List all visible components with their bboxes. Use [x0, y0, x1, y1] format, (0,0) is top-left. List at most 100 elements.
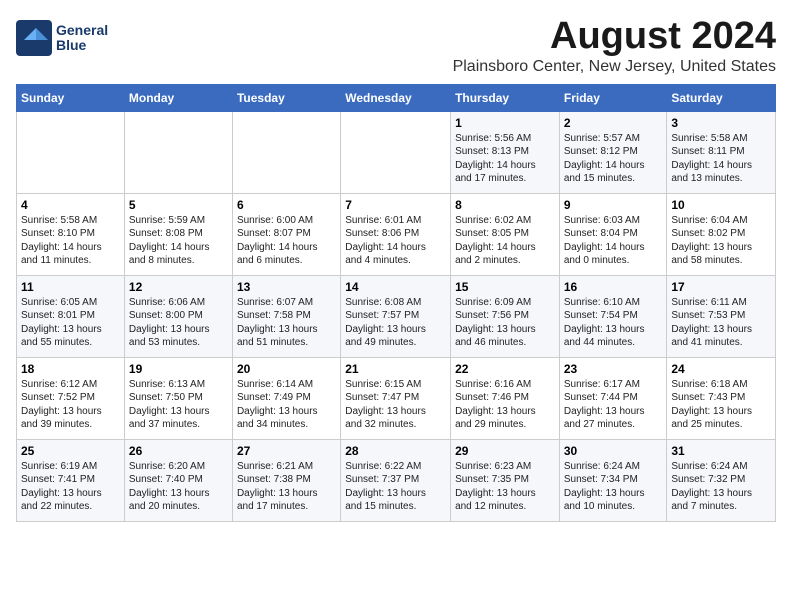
day-number: 30 [564, 444, 663, 458]
logo: General Blue [16, 20, 108, 56]
main-title: August 2024 [16, 16, 776, 58]
calendar-cell: 30 Sunrise: 6:24 AM Sunset: 7:34 PM Dayli… [559, 439, 667, 521]
calendar-cell: 7 Sunrise: 6:01 AM Sunset: 8:06 PM Daylig… [341, 193, 451, 275]
day-number: 3 [671, 116, 771, 130]
calendar-cell: 24 Sunrise: 6:18 AM Sunset: 7:43 PM Dayli… [667, 357, 776, 439]
calendar-cell: 3 Sunrise: 5:58 AM Sunset: 8:11 PM Daylig… [667, 111, 776, 193]
logo-icon [16, 20, 52, 56]
day-number: 10 [671, 198, 771, 212]
calendar-cell [341, 111, 451, 193]
day-info: Sunrise: 5:58 AM Sunset: 8:11 PM Dayligh… [671, 132, 771, 186]
calendar-cell: 15 Sunrise: 6:09 AM Sunset: 7:56 PM Dayli… [451, 275, 560, 357]
day-number: 6 [237, 198, 336, 212]
day-number: 26 [129, 444, 228, 458]
logo-text: General Blue [56, 23, 108, 54]
day-number: 7 [345, 198, 446, 212]
calendar-cell [124, 111, 232, 193]
day-info: Sunrise: 6:24 AM Sunset: 7:34 PM Dayligh… [564, 460, 663, 514]
day-number: 16 [564, 280, 663, 294]
calendar-cell: 29Sunrise: 6:23 AM Sunset: 7:35 PM Dayli… [451, 439, 560, 521]
week-row-2: 11Sunrise: 6:05 AM Sunset: 8:01 PM Dayli… [17, 275, 776, 357]
day-info: Sunrise: 6:23 AM Sunset: 7:35 PM Dayligh… [455, 460, 555, 514]
day-number: 14 [345, 280, 446, 294]
day-info: Sunrise: 6:18 AM Sunset: 7:43 PM Dayligh… [671, 378, 771, 432]
calendar-cell: 9 Sunrise: 6:03 AM Sunset: 8:04 PM Daylig… [559, 193, 667, 275]
day-info: Sunrise: 6:06 AM Sunset: 8:00 PM Dayligh… [129, 296, 228, 350]
day-number: 8 [455, 198, 555, 212]
calendar-cell: 12 Sunrise: 6:06 AM Sunset: 8:00 PM Dayli… [124, 275, 232, 357]
header-saturday: Saturday [667, 84, 776, 111]
day-info: Sunrise: 6:16 AM Sunset: 7:46 PM Dayligh… [455, 378, 555, 432]
calendar-cell: 22 Sunrise: 6:16 AM Sunset: 7:46 PM Dayli… [451, 357, 560, 439]
calendar-table: SundayMondayTuesdayWednesdayThursdayFrid… [16, 84, 776, 522]
calendar-cell: 8 Sunrise: 6:02 AM Sunset: 8:05 PM Daylig… [451, 193, 560, 275]
calendar-header: SundayMondayTuesdayWednesdayThursdayFrid… [17, 84, 776, 111]
calendar-cell: 23Sunrise: 6:17 AM Sunset: 7:44 PM Dayli… [559, 357, 667, 439]
day-info: Sunrise: 5:56 AM Sunset: 8:13 PM Dayligh… [455, 132, 555, 186]
day-number: 4 [21, 198, 120, 212]
logo-line1: General [56, 23, 108, 38]
day-info: Sunrise: 6:24 AM Sunset: 7:32 PM Dayligh… [671, 460, 771, 514]
calendar-cell: 11Sunrise: 6:05 AM Sunset: 8:01 PM Dayli… [17, 275, 125, 357]
day-number: 22 [455, 362, 555, 376]
day-number: 21 [345, 362, 446, 376]
calendar-cell: 27 Sunrise: 6:21 AM Sunset: 7:38 PM Dayli… [232, 439, 340, 521]
header-tuesday: Tuesday [232, 84, 340, 111]
day-info: Sunrise: 6:00 AM Sunset: 8:07 PM Dayligh… [237, 214, 336, 268]
page-header: General Blue August 2024 Plainsboro Cent… [16, 16, 776, 84]
day-number: 11 [21, 280, 120, 294]
day-number: 17 [671, 280, 771, 294]
day-info: Sunrise: 6:07 AM Sunset: 7:58 PM Dayligh… [237, 296, 336, 350]
day-info: Sunrise: 6:22 AM Sunset: 7:37 PM Dayligh… [345, 460, 446, 514]
day-number: 5 [129, 198, 228, 212]
week-row-0: 1 Sunrise: 5:56 AM Sunset: 8:13 PM Daylig… [17, 111, 776, 193]
day-number: 27 [237, 444, 336, 458]
day-info: Sunrise: 6:09 AM Sunset: 7:56 PM Dayligh… [455, 296, 555, 350]
calendar-cell: 2Sunrise: 5:57 AM Sunset: 8:12 PM Daylig… [559, 111, 667, 193]
header-monday: Monday [124, 84, 232, 111]
day-info: Sunrise: 5:59 AM Sunset: 8:08 PM Dayligh… [129, 214, 228, 268]
header-friday: Friday [559, 84, 667, 111]
day-info: Sunrise: 6:01 AM Sunset: 8:06 PM Dayligh… [345, 214, 446, 268]
day-info: Sunrise: 6:08 AM Sunset: 7:57 PM Dayligh… [345, 296, 446, 350]
day-info: Sunrise: 5:57 AM Sunset: 8:12 PM Dayligh… [564, 132, 663, 186]
calendar-cell: 6 Sunrise: 6:00 AM Sunset: 8:07 PM Daylig… [232, 193, 340, 275]
day-info: Sunrise: 6:13 AM Sunset: 7:50 PM Dayligh… [129, 378, 228, 432]
day-info: Sunrise: 6:19 AM Sunset: 7:41 PM Dayligh… [21, 460, 120, 514]
calendar-body: 1 Sunrise: 5:56 AM Sunset: 8:13 PM Daylig… [17, 111, 776, 521]
logo-line2: Blue [56, 38, 108, 53]
day-info: Sunrise: 6:04 AM Sunset: 8:02 PM Dayligh… [671, 214, 771, 268]
calendar-cell: 4 Sunrise: 5:58 AM Sunset: 8:10 PM Daylig… [17, 193, 125, 275]
day-number: 28 [345, 444, 446, 458]
day-info: Sunrise: 6:02 AM Sunset: 8:05 PM Dayligh… [455, 214, 555, 268]
day-info: Sunrise: 6:14 AM Sunset: 7:49 PM Dayligh… [237, 378, 336, 432]
week-row-1: 4 Sunrise: 5:58 AM Sunset: 8:10 PM Daylig… [17, 193, 776, 275]
day-number: 19 [129, 362, 228, 376]
day-number: 12 [129, 280, 228, 294]
calendar-cell: 5 Sunrise: 5:59 AM Sunset: 8:08 PM Daylig… [124, 193, 232, 275]
calendar-cell: 28 Sunrise: 6:22 AM Sunset: 7:37 PM Dayli… [341, 439, 451, 521]
day-number: 24 [671, 362, 771, 376]
calendar-cell: 1 Sunrise: 5:56 AM Sunset: 8:13 PM Daylig… [451, 111, 560, 193]
day-info: Sunrise: 6:21 AM Sunset: 7:38 PM Dayligh… [237, 460, 336, 514]
calendar-cell [232, 111, 340, 193]
day-number: 18 [21, 362, 120, 376]
day-number: 23 [564, 362, 663, 376]
calendar-cell: 21Sunrise: 6:15 AM Sunset: 7:47 PM Dayli… [341, 357, 451, 439]
calendar-cell: 16 Sunrise: 6:10 AM Sunset: 7:54 PM Dayli… [559, 275, 667, 357]
day-info: Sunrise: 5:58 AM Sunset: 8:10 PM Dayligh… [21, 214, 120, 268]
calendar-cell: 18Sunrise: 6:12 AM Sunset: 7:52 PM Dayli… [17, 357, 125, 439]
calendar-cell: 20Sunrise: 6:14 AM Sunset: 7:49 PM Dayli… [232, 357, 340, 439]
calendar-cell: 14 Sunrise: 6:08 AM Sunset: 7:57 PM Dayli… [341, 275, 451, 357]
day-number: 15 [455, 280, 555, 294]
header-row: SundayMondayTuesdayWednesdayThursdayFrid… [17, 84, 776, 111]
day-info: Sunrise: 6:10 AM Sunset: 7:54 PM Dayligh… [564, 296, 663, 350]
header-sunday: Sunday [17, 84, 125, 111]
calendar-cell: 19 Sunrise: 6:13 AM Sunset: 7:50 PM Dayli… [124, 357, 232, 439]
day-number: 9 [564, 198, 663, 212]
calendar-cell [17, 111, 125, 193]
day-info: Sunrise: 6:03 AM Sunset: 8:04 PM Dayligh… [564, 214, 663, 268]
week-row-4: 25Sunrise: 6:19 AM Sunset: 7:41 PM Dayli… [17, 439, 776, 521]
day-info: Sunrise: 6:11 AM Sunset: 7:53 PM Dayligh… [671, 296, 771, 350]
day-number: 1 [455, 116, 555, 130]
